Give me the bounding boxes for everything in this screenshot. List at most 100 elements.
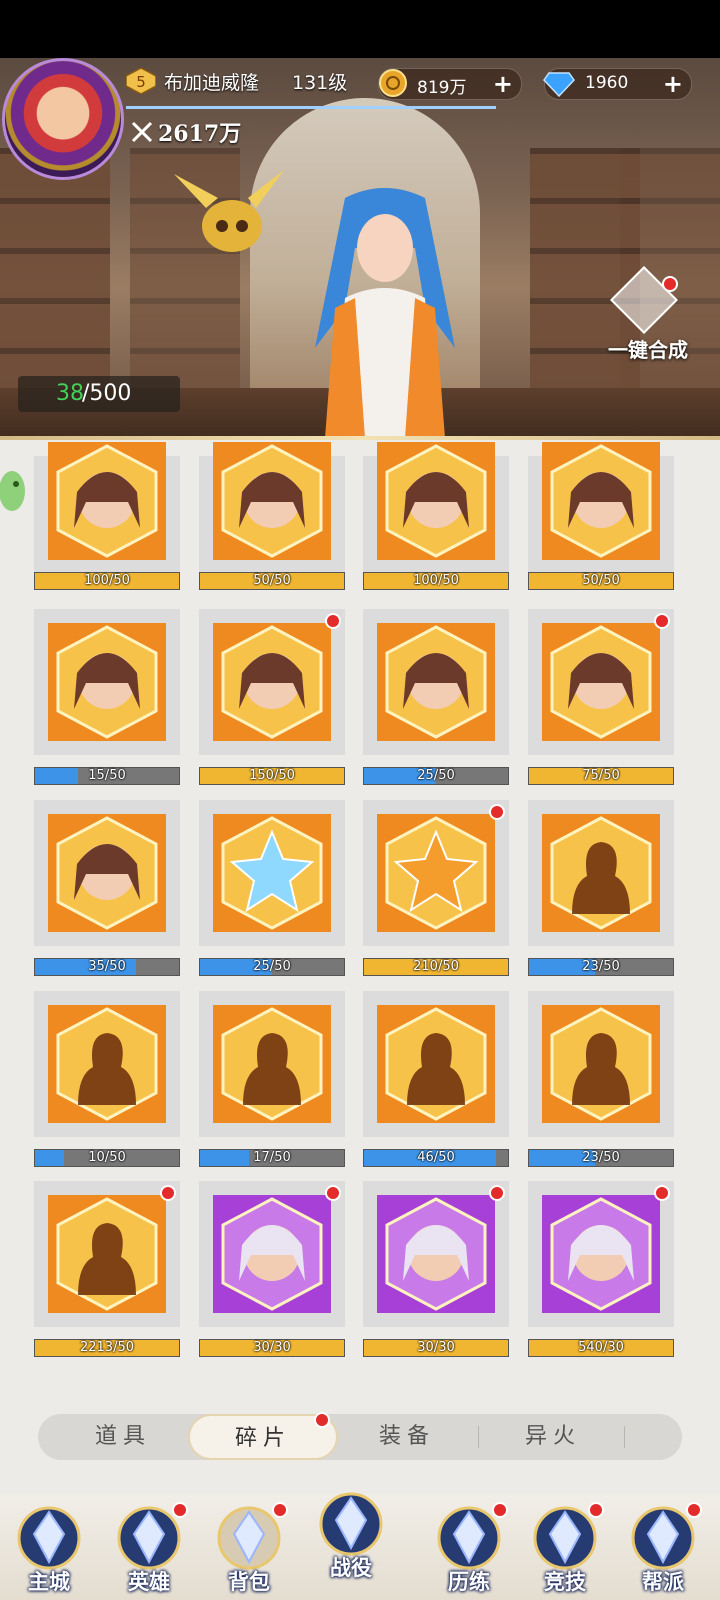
- fragment-card-orange-star-crystal[interactable]: 210/50: [363, 800, 509, 980]
- fragment-portrait-icon: [542, 1195, 660, 1313]
- fragment-portrait-icon: [48, 1005, 166, 1123]
- fragment-portrait-icon: [48, 623, 166, 741]
- fragment-card-water-hero-purple-hair[interactable]: 75/50: [528, 609, 674, 789]
- fragment-progress-text: 210/50: [413, 959, 459, 974]
- fragment-card-moon-hero-dark-hair[interactable]: 100/50: [34, 436, 180, 616]
- fragment-card-sun-hero-old-man[interactable]: 100/50: [363, 436, 509, 616]
- nav-item-castle[interactable]: 主城: [4, 1500, 94, 1600]
- fragment-progress-text: 23/50: [582, 1150, 620, 1165]
- status-bar-area: [0, 0, 720, 58]
- fragment-card-sun-hero-brown-hair[interactable]: 50/50: [528, 436, 674, 616]
- capacity-used: 38: [56, 381, 84, 406]
- fragment-progress-bar: 100/50: [34, 572, 180, 590]
- fragment-progress-bar: 210/50: [363, 958, 509, 976]
- fragment-progress-bar: 150/50: [199, 767, 345, 785]
- nav-badge: [686, 1502, 702, 1518]
- nav-badge: [172, 1502, 188, 1518]
- gold-resource[interactable]: 819万 +: [378, 68, 522, 100]
- fragment-progress-bar: 23/50: [528, 1149, 674, 1167]
- tab-divider: [624, 1426, 625, 1448]
- nav-item-backpack[interactable]: 背包: [204, 1500, 294, 1600]
- gem-resource[interactable]: 1960 +: [543, 68, 692, 100]
- player-name: 布加迪威隆: [164, 72, 260, 94]
- fragment-progress-bar: 540/30: [528, 1339, 674, 1357]
- fragment-progress-bar: 25/50: [199, 958, 345, 976]
- capacity-total: /500: [82, 381, 132, 406]
- fragment-ready-badge: [489, 804, 505, 820]
- nav-item-arena-trident[interactable]: 竞技: [520, 1500, 610, 1600]
- crossed-swords-power-icon: [131, 121, 153, 143]
- nav-badge: [272, 1502, 288, 1518]
- fragment-progress-text: 10/50: [88, 1150, 126, 1165]
- fragment-progress-text: 25/50: [417, 768, 455, 783]
- fragment-progress-text: 75/50: [582, 768, 620, 783]
- fragment-progress-text: 30/30: [417, 1340, 455, 1355]
- bookshelf-left: [0, 148, 110, 398]
- nav-badge: [492, 1502, 508, 1518]
- fragment-ready-badge: [654, 1185, 670, 1201]
- fragment-card-fire-silhouette[interactable]: 46/50: [363, 991, 509, 1171]
- fragment-progress-text: 35/50: [88, 959, 126, 974]
- fragment-card-rainbow-star-crystal[interactable]: 25/50: [199, 800, 345, 980]
- one-click-synthesize-label: 一键合成: [608, 338, 688, 362]
- tab-equipment[interactable]: 装备: [332, 1414, 482, 1460]
- fragment-card-moon-silhouette[interactable]: 10/50: [34, 991, 180, 1171]
- fragment-card-random-silhouette[interactable]: 2213/50: [34, 1181, 180, 1361]
- fragment-card-sun-hero-red-hair[interactable]: 50/50: [199, 436, 345, 616]
- fragment-card-mystery-hero-dark[interactable]: 23/50: [528, 800, 674, 980]
- fragment-portrait-icon: [213, 1005, 331, 1123]
- fragment-portrait-icon: [542, 814, 660, 932]
- nav-item-crossed-swords[interactable]: 战役: [306, 1486, 396, 1586]
- nav-item-guild-banner[interactable]: 帮派: [618, 1500, 708, 1600]
- fragment-card-water-silhouette[interactable]: 23/50: [528, 991, 674, 1171]
- nav-label: 背包: [228, 1570, 270, 1594]
- nav-label: 主城: [28, 1570, 70, 1594]
- player-avatar[interactable]: [2, 58, 124, 180]
- tab-items[interactable]: 道具: [48, 1414, 198, 1460]
- hero-girl-illustration: [315, 188, 455, 438]
- fragment-progress-text: 46/50: [417, 1150, 455, 1165]
- fragment-progress-text: 50/50: [582, 573, 620, 588]
- gem-amount: 1960: [585, 73, 629, 93]
- fragment-progress-bar: 46/50: [363, 1149, 509, 1167]
- gold-amount: 819万: [417, 78, 467, 98]
- fragment-card-wind-hero-red-hair[interactable]: 15/50: [34, 609, 180, 789]
- fragment-card-fire-hero-pink-hair[interactable]: 25/50: [363, 609, 509, 789]
- fragment-portrait-icon: [542, 623, 660, 741]
- fragment-portrait-icon: [213, 1195, 331, 1313]
- fragment-portrait-icon: [377, 814, 495, 932]
- fragment-progress-bar: 17/50: [199, 1149, 345, 1167]
- fragment-card-moon-hero-silver-hair[interactable]: 30/30: [199, 1181, 345, 1361]
- fragment-portrait-icon: [48, 1195, 166, 1313]
- fragment-card-sun-hero-peach-hair[interactable]: 540/30: [528, 1181, 674, 1361]
- fragment-progress-text: 150/50: [249, 768, 295, 783]
- add-gold-button[interactable]: +: [493, 70, 513, 98]
- fragment-portrait-icon: [377, 442, 495, 560]
- one-click-synthesize-button[interactable]: 一键合成: [598, 266, 698, 370]
- combat-power: 2617万: [158, 121, 242, 147]
- fragment-portrait-icon: [48, 814, 166, 932]
- fragment-card-wind-hero-dark-hair[interactable]: 150/50: [199, 609, 345, 789]
- fragment-progress-text: 23/50: [582, 959, 620, 974]
- fragment-card-moon-hero-masked[interactable]: 30/30: [363, 1181, 509, 1361]
- fragment-progress-bar: 23/50: [528, 958, 674, 976]
- vip-badge: 5: [126, 68, 156, 94]
- tab-strange-fire[interactable]: 异火: [478, 1414, 628, 1460]
- diamond-icon: [543, 72, 575, 97]
- fragment-progress-bar: 50/50: [199, 572, 345, 590]
- fragment-progress-text: 540/30: [578, 1340, 624, 1355]
- nav-label: 帮派: [642, 1570, 684, 1594]
- fragment-card-water-hero-blue-hair[interactable]: 35/50: [34, 800, 180, 980]
- fragment-progress-text: 17/50: [253, 1150, 291, 1165]
- fragment-progress-text: 15/50: [88, 768, 126, 783]
- add-gems-button[interactable]: +: [663, 70, 683, 98]
- castle-icon: [17, 1506, 81, 1570]
- nav-item-hero-helmet[interactable]: 英雄: [104, 1500, 194, 1600]
- fragment-ready-badge: [489, 1185, 505, 1201]
- fragment-progress-bar: 15/50: [34, 767, 180, 785]
- tab-fragments-badge: [314, 1412, 330, 1428]
- green-sprite-icon[interactable]: [0, 456, 30, 526]
- nav-item-portal-gate[interactable]: 历练: [424, 1500, 514, 1600]
- fragment-card-wind-silhouette[interactable]: 17/50: [199, 991, 345, 1171]
- fragment-portrait-icon: [213, 442, 331, 560]
